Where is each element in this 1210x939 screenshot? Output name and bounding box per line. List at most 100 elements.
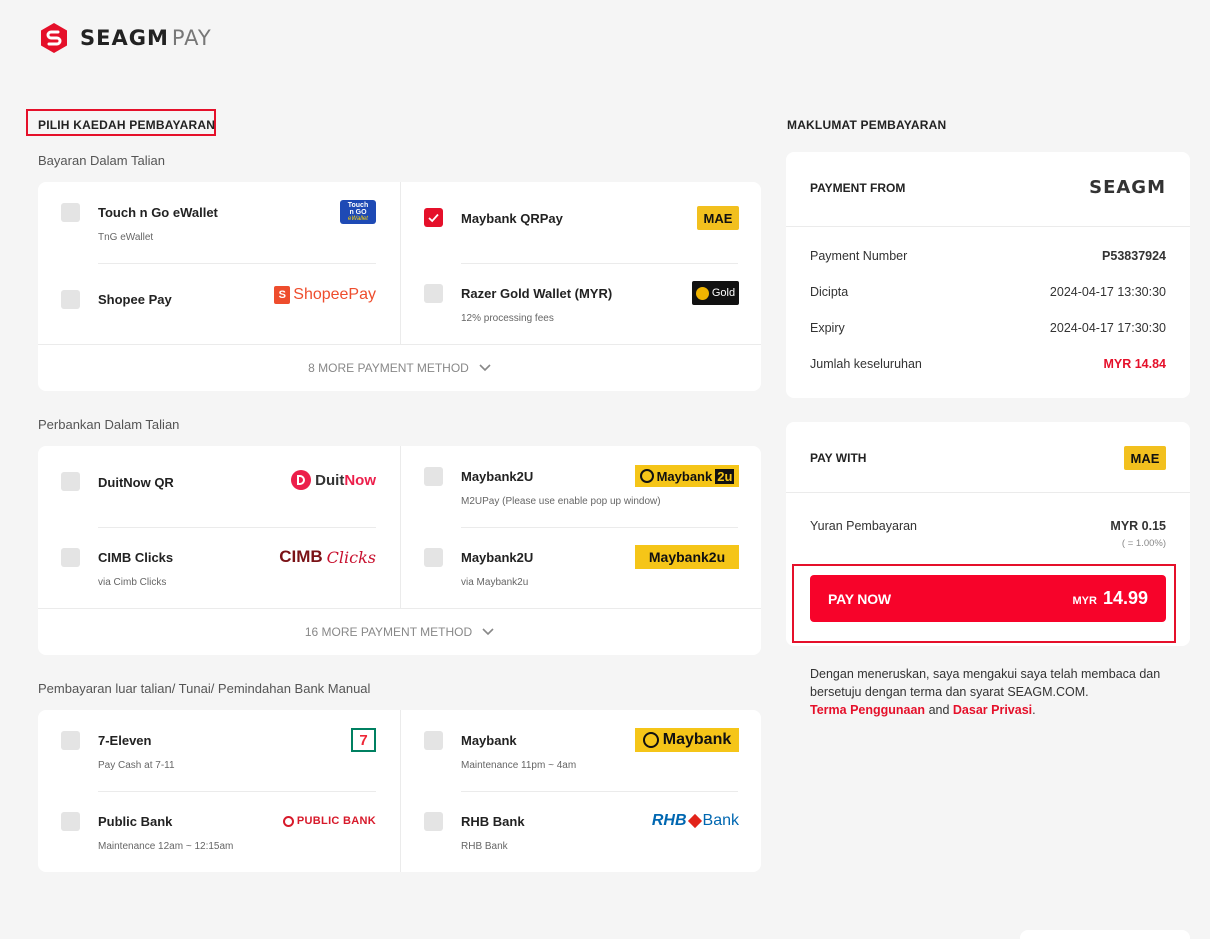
duitnow-icon [291,470,312,490]
payment-name: 7-Eleven [98,733,152,748]
razer-gold-checkbox[interactable] [424,284,443,303]
total-row: Jumlah keseluruhan MYR 14.84 [810,357,1166,371]
total-value: MYR 14.84 [1103,357,1166,371]
payment-column-right: Maybank2U M2UPay (Please use enable pop … [400,446,761,608]
payment-name: Shopee Pay [98,292,172,307]
group-label-online: Bayaran Dalam Talian [38,153,165,168]
duitnow-logo: DuitNow [291,470,376,490]
payment-option-duitnow[interactable]: DuitNow QR DuitNow [38,446,399,527]
payment-option-cimb-clicks[interactable]: CIMB Clicks via Cimb Clicks CIMB Clicks [38,527,399,608]
payment-column-left: Touch n Go eWallet TnG eWallet Touch n G… [38,182,399,344]
terms-text: Dengan meneruskan, saya mengakui saya te… [810,665,1190,719]
terms-statement: Dengan meneruskan, saya mengakui saya te… [810,667,1161,699]
duitnow-checkbox[interactable] [61,472,80,491]
shopeepay-logo: S ShopeePay [274,286,376,304]
floating-widget[interactable] [1020,930,1190,939]
payment-option-maybank[interactable]: Maybank Maintenance 11pm ~ 4am Maybank [401,710,762,791]
razer-coin-icon [695,286,709,300]
shopeepay-checkbox[interactable] [61,290,80,309]
mae-selected-logo: MAE [1124,446,1166,470]
privacy-policy-link[interactable]: Dasar Privasi [953,703,1032,717]
online-payment-card: Touch n Go eWallet TnG eWallet Touch n G… [38,182,761,391]
cimb-clicks-logo: CIMB Clicks [279,547,376,567]
more-label: 16 MORE PAYMENT METHOD [304,625,473,639]
pay-with-title: PAY WITH [810,451,867,465]
public-bank-logo: PUBLIC BANK [282,815,376,827]
cimb-clicks-checkbox[interactable] [61,548,80,567]
more-payment-methods-banking[interactable]: 16 MORE PAYMENT METHOD [38,608,761,655]
terms-of-use-link[interactable]: Terma Penggunaan [810,703,925,717]
offline-payment-card: 7-Eleven Pay Cash at 7-11 7 Public Bank … [38,710,761,872]
seagm-logo-icon [41,23,67,53]
expiry-value: 2024-04-17 17:30:30 [1049,321,1166,335]
payment-option-maybank2u[interactable]: Maybank2U via Maybank2u Maybank2u [401,527,762,608]
maybank-qrpay-checkbox[interactable] [424,208,443,227]
payment-name: Maybank2U [461,469,534,484]
expiry-row: Expiry 2024-04-17 17:30:30 [810,321,1166,335]
online-banking-card: DuitNow QR DuitNow CIMB Clicks via Cimb … [38,446,761,655]
rhb-bank-checkbox[interactable] [424,812,443,831]
seagm-pay-logo[interactable]: SEAGM PAY [38,22,212,54]
seagm-merchant-logo: SEAGM [1089,177,1166,198]
tng-logo: Touch n GO eWallet [340,200,376,224]
pay-now-label: PAY NOW [828,590,891,607]
payment-column-right: Maybank QRPay MAE Razer Gold Wallet (MYR… [400,182,761,344]
chevron-down-icon [482,628,494,636]
shopee-bag-icon: S [274,286,291,304]
7eleven-checkbox[interactable] [61,731,80,750]
mae-logo: MAE [697,206,739,230]
pay-currency: MYR [1072,595,1097,607]
payment-option-maybank-qrpay[interactable]: Maybank QRPay MAE [401,182,762,263]
more-payment-methods-online[interactable]: 8 MORE PAYMENT METHOD [38,344,761,391]
pay-amount: MYR 14.99 [1073,588,1149,609]
payment-name: Public Bank [98,814,173,829]
public-bank-checkbox[interactable] [61,812,80,831]
payment-option-rhb-bank[interactable]: RHB Bank RHB Bank RHB Bank [401,791,762,872]
payment-sub: M2UPay (Please use enable pop up window) [461,496,661,507]
maybank2u-text-logo: Maybank2u [635,545,739,569]
row-label: Dicipta [810,285,849,299]
payment-from-card: PAYMENT FROM SEAGM Payment Number P53837… [786,152,1190,398]
fee-row: Yuran Pembayaran MYR 0.15 [810,519,1166,533]
payment-sub: TnG eWallet [98,232,154,243]
payment-sub: 12% processing fees [461,313,554,324]
payment-column-right: Maybank Maintenance 11pm ~ 4am Maybank R… [400,710,761,872]
maybank-tiger-icon [639,469,654,483]
maybank2u-logo: Maybank 2u [635,465,739,487]
payment-number-value: P53837924 [1102,249,1166,263]
maybank-checkbox[interactable] [424,731,443,750]
separator [786,226,1190,227]
rhb-diamond-icon [687,813,702,829]
payment-name: Razer Gold Wallet (MYR) [461,286,613,301]
payment-sub: Maintenance 11pm ~ 4am [461,760,577,771]
payment-method-heading: PILIH KAEDAH PEMBAYARAN [38,118,216,132]
payment-name: RHB Bank [461,814,525,829]
payment-info-heading: MAKLUMAT PEMBAYARAN [787,118,947,132]
pay-now-button[interactable]: PAY NOW MYR 14.99 [810,575,1166,622]
row-label: Jumlah keseluruhan [810,357,922,371]
created-row: Dicipta 2024-04-17 13:30:30 [810,285,1166,299]
created-value: 2024-04-17 13:30:30 [1049,285,1166,299]
payment-option-tng[interactable]: Touch n Go eWallet TnG eWallet Touch n G… [38,182,399,263]
payment-option-shopeepay[interactable]: Shopee Pay S ShopeePay [38,263,399,344]
maybank2u-m2upay-checkbox[interactable] [424,467,443,486]
payment-from-title: PAYMENT FROM [810,181,906,195]
payment-sub: Pay Cash at 7-11 [98,760,175,771]
rhb-bank-logo: RHB Bank [651,812,739,829]
payment-name: CIMB Clicks [98,550,174,565]
payment-column-left: DuitNow QR DuitNow CIMB Clicks via Cimb … [38,446,399,608]
payment-option-public-bank[interactable]: Public Bank Maintenance 12am ~ 12:15am P… [38,791,399,872]
group-label-online-banking: Perbankan Dalam Talian [38,417,180,432]
payment-option-maybank2u-m2upay[interactable]: Maybank2U M2UPay (Please use enable pop … [401,446,762,527]
checkmark-icon [428,213,439,223]
tng-checkbox[interactable] [61,203,80,222]
maybank2u-checkbox[interactable] [424,548,443,567]
payment-option-razer-gold[interactable]: Razer Gold Wallet (MYR) 12% processing f… [401,263,762,344]
separator [786,492,1190,493]
payment-column-left: 7-Eleven Pay Cash at 7-11 7 Public Bank … [38,710,399,872]
payment-name: Maybank QRPay [461,211,563,226]
payment-option-7eleven[interactable]: 7-Eleven Pay Cash at 7-11 7 [38,710,399,791]
row-label: Payment Number [810,249,908,263]
pay-amount-value: 14.99 [1102,588,1148,608]
maybank-tiger-icon [642,732,659,748]
